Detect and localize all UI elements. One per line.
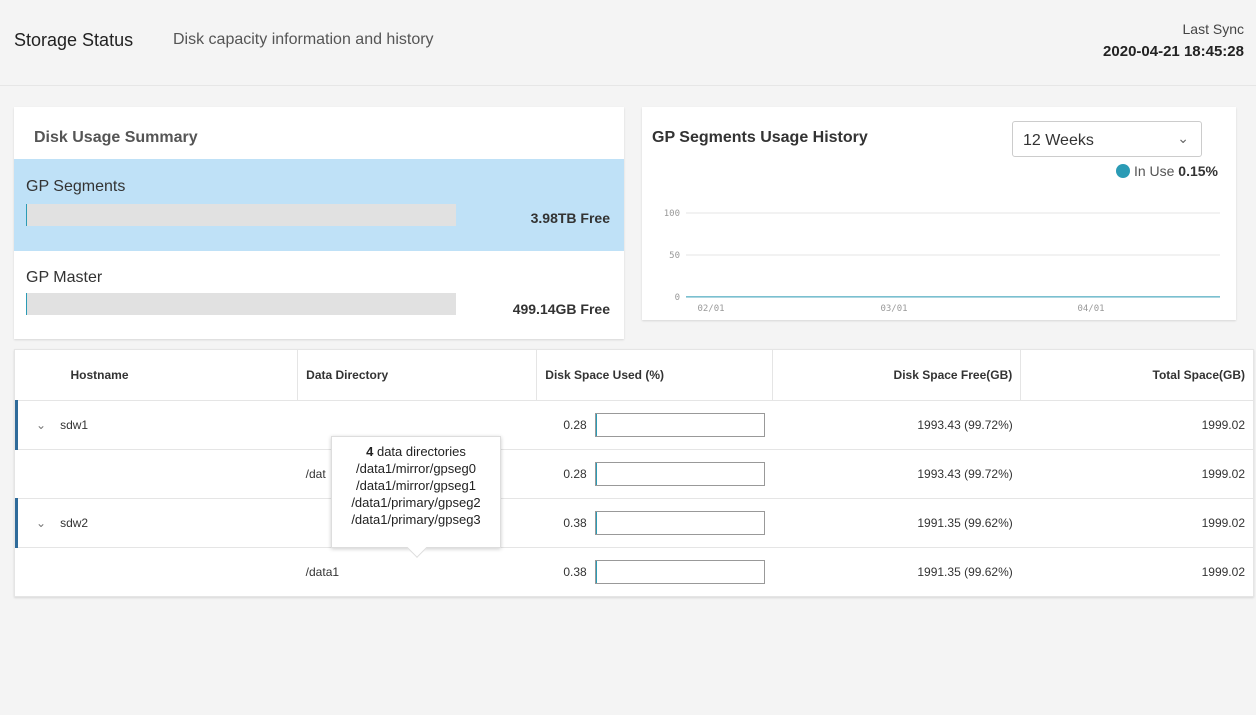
col-total-space[interactable]: Total Space(GB) (1020, 350, 1253, 401)
disk-row-gp-master[interactable]: GP Master 499.14GB Free (14, 251, 624, 343)
disk-used-bar (594, 559, 765, 584)
disk-usage-bar (26, 204, 456, 226)
storage-table: Hostname Data Directory Disk Space Used … (14, 350, 1254, 596)
disk-used-value: 0.38 (563, 515, 587, 530)
disk-free-value: 3.98TB Free (530, 210, 610, 226)
usage-history-chart: 100 50 0 02/01 03/01 04/01 (664, 209, 1220, 314)
disk-row-gp-segments[interactable]: GP Segments 3.98TB Free (14, 159, 624, 251)
total-space-value: 1999.02 (1020, 400, 1253, 450)
last-sync-value: 2020-04-21 18:45:28 (1103, 43, 1244, 60)
disk-row-name: GP Master (26, 269, 103, 286)
x-tick-label: 04/01 (1077, 304, 1104, 314)
tooltip-line: /data1/primary/gpseg3 (351, 512, 481, 527)
disk-used-value: 0.28 (563, 417, 587, 432)
y-tick-label: 100 (664, 209, 680, 219)
chevron-down-icon[interactable]: ⌄ (36, 516, 46, 530)
disk-usage-bar (26, 293, 456, 315)
disk-free-value: 1993.43 (99.72%) (772, 449, 1021, 499)
y-tick-label: 0 (675, 293, 680, 303)
disk-row-name: GP Segments (26, 178, 126, 195)
table-header-row: Hostname Data Directory Disk Space Used … (16, 350, 1253, 401)
summary-title: Disk Usage Summary (34, 129, 198, 146)
storage-table-card: Hostname Data Directory Disk Space Used … (14, 349, 1254, 597)
tooltip-line: /data1/mirror/gpseg0 (356, 461, 476, 476)
tooltip-line: /data1/primary/gpseg2 (351, 495, 481, 510)
hostname (16, 449, 298, 499)
total-space-value: 1999.02 (1020, 449, 1253, 499)
col-data-directory[interactable]: Data Directory (297, 350, 538, 401)
page-subtitle: Disk capacity information and history (173, 31, 434, 48)
disk-usage-bar-fill (26, 293, 27, 315)
disk-used-bar-fill (595, 560, 597, 583)
total-space-value: 1999.02 (1201, 564, 1245, 579)
tooltip-count-suffix: data directories (373, 444, 466, 459)
disk-free-value: 499.14GB Free (512, 301, 610, 317)
tooltip-line: /data1/mirror/gpseg1 (356, 478, 476, 493)
table-row-directory: /data1 0.38 1991.35 (99.62%) 1999.02 (17, 547, 1254, 596)
disk-used-bar (594, 412, 765, 437)
hostname: sdw1 (60, 417, 89, 432)
disk-used-bar-fill (595, 511, 597, 534)
disk-used-bar (594, 461, 765, 486)
page-title: Storage Status (14, 30, 134, 50)
disk-free-value: 1991.35 (99.62%) (917, 564, 1013, 579)
usage-history-card: GP Segments Usage History 12 Weeks ⌄ In … (642, 107, 1236, 320)
hostname: sdw2 (60, 515, 89, 530)
disk-free-value: 1991.35 (99.62%) (772, 498, 1021, 548)
last-sync-label: Last Sync (1182, 21, 1244, 37)
table-row-host-sdw2[interactable]: ⌄ sdw2 0.38 1991.35 (99.62%) 1999.02 (14, 498, 1253, 548)
table-row-directory: /dat 0.28 1993.43 (99.72%) 1999.02 (16, 449, 1253, 499)
page-header: Storage Status Disk capacity information… (0, 0, 1256, 86)
directories-tooltip: 4 data directories /data1/mirror/gpseg0 … (331, 436, 501, 558)
table-row-host-sdw1[interactable]: ⌄ sdw1 0.28 1993.43 (99.72%) 1999.02 (14, 400, 1253, 450)
x-tick-label: 03/01 (880, 304, 907, 314)
disk-free-value: 1993.43 (99.72%) (772, 400, 1021, 450)
x-tick-label: 02/01 (697, 304, 724, 314)
disk-used-value: 0.28 (563, 466, 587, 481)
col-disk-used[interactable]: Disk Space Used (%) (536, 350, 774, 401)
hostname (17, 547, 298, 596)
disk-usage-bar-fill (26, 204, 27, 226)
tooltip-count-line: 4 data directories (332, 443, 500, 460)
disk-used-value: 0.38 (563, 564, 587, 579)
total-space-value: 1999.02 (1020, 498, 1253, 548)
col-hostname[interactable]: Hostname (16, 350, 299, 401)
disk-used-bar (594, 510, 765, 535)
chevron-down-icon[interactable]: ⌄ (36, 418, 46, 432)
col-disk-free[interactable]: Disk Space Free(GB) (772, 350, 1022, 401)
y-tick-label: 50 (669, 251, 680, 261)
disk-usage-summary-card: Disk Usage Summary GP Segments 3.98TB Fr… (14, 107, 624, 339)
